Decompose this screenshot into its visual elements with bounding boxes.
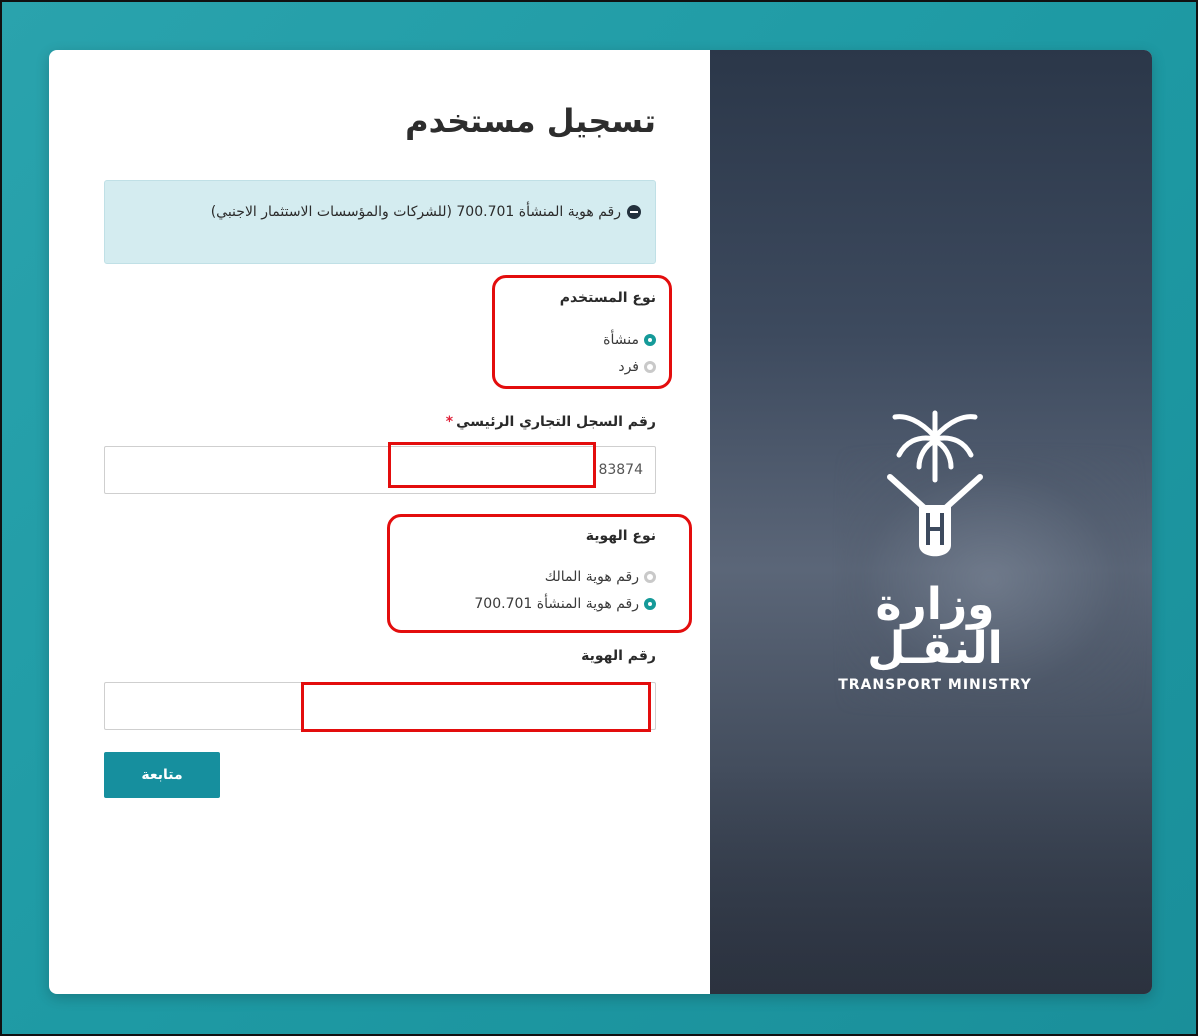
highlight-box-id-type bbox=[387, 514, 692, 633]
highlight-box-cr-number bbox=[388, 442, 596, 488]
logo-arabic-text: وزارة النقـل bbox=[867, 579, 1003, 674]
hero-panel: وزارة النقـل TRANSPORT MINISTRY bbox=[710, 50, 1152, 994]
road-background bbox=[710, 770, 1152, 994]
ministry-logo: وزارة النقـل TRANSPORT MINISTRY bbox=[825, 405, 1045, 693]
cr-number-label-text: رقم السجل التجاري الرئيسي bbox=[456, 414, 656, 430]
minus-circle-icon bbox=[627, 205, 641, 219]
info-alert: رقم هوية المنشأة 700.701 (للشركات والمؤس… bbox=[104, 180, 656, 264]
logo-english-text: TRANSPORT MINISTRY bbox=[838, 677, 1032, 693]
continue-button[interactable]: متابعة bbox=[104, 752, 220, 798]
highlight-box-user-type bbox=[492, 275, 672, 389]
id-number-label: رقم الهوية bbox=[581, 648, 656, 664]
page-title: تسجيل مستخدم bbox=[405, 102, 656, 140]
registration-card: وزارة النقـل TRANSPORT MINISTRY تسجيل مس… bbox=[49, 50, 1152, 994]
required-mark: * bbox=[445, 414, 454, 430]
info-text: رقم هوية المنشأة 700.701 (للشركات والمؤس… bbox=[210, 204, 621, 220]
palm-emblem-icon bbox=[887, 410, 983, 557]
cr-number-label: رقم السجل التجاري الرئيسي* bbox=[446, 414, 656, 430]
highlight-box-id-number bbox=[301, 682, 651, 732]
